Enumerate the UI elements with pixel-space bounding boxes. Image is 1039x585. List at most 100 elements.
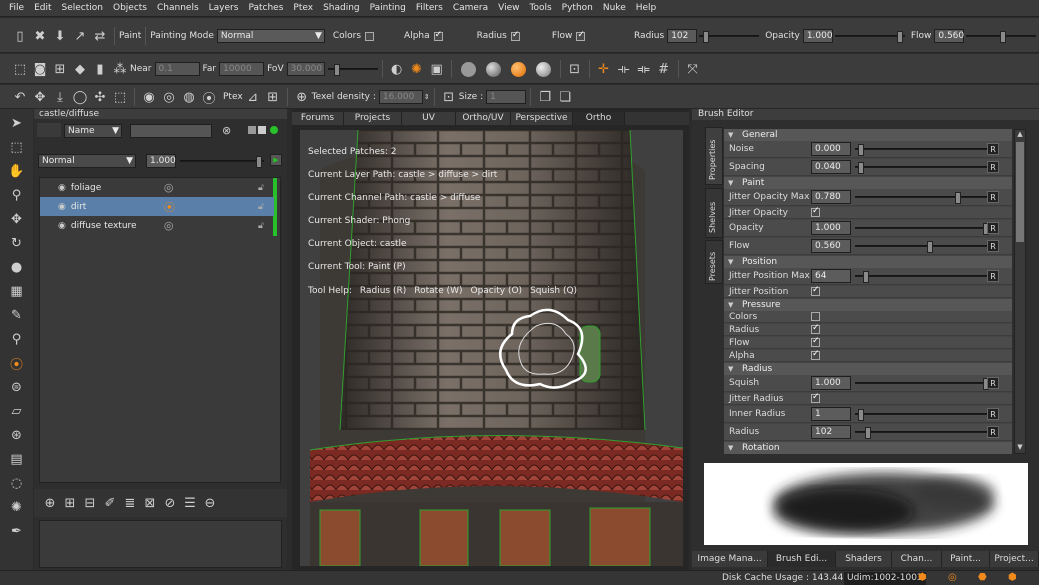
eye-icon[interactable]: ◉ (58, 202, 66, 212)
import-icon[interactable]: ⇄ (90, 26, 110, 46)
smooth-shade-icon[interactable] (485, 61, 501, 77)
paint-brush-icon[interactable]: ✺ (407, 59, 427, 79)
flat-shade-icon[interactable] (460, 61, 476, 77)
section-pressure[interactable]: Pressure (724, 299, 1012, 311)
brush-scrollbar[interactable]: ▲ ▼ (1014, 129, 1026, 454)
clone-icon[interactable]: ⊛ (6, 425, 27, 445)
tab-ortho-uv[interactable]: Ortho/UV (456, 112, 511, 125)
prop-slider[interactable] (855, 409, 989, 421)
export-icon[interactable]: ↗ (70, 26, 90, 46)
camera-icon[interactable]: ◙ (30, 59, 50, 79)
center-pivot-icon[interactable]: ✛ (594, 59, 614, 79)
layer-opacity-field[interactable]: 1.000 (146, 154, 176, 168)
stepper-icon[interactable]: ⇕ (424, 93, 430, 101)
add-group-icon[interactable]: ⊞ (60, 493, 80, 513)
reset-button[interactable]: R (987, 161, 999, 173)
drop-tool-icon[interactable]: ● (6, 257, 27, 277)
mesh-icon[interactable]: ▦ (6, 281, 27, 301)
prop-value-field[interactable]: 0.000 (811, 142, 851, 156)
near-field[interactable]: 0.1 (154, 62, 200, 76)
reset-button[interactable]: R (987, 408, 999, 420)
alert-icon[interactable]: ⬢ (1008, 572, 1017, 583)
smudge-icon[interactable]: ⊜ (6, 377, 27, 397)
prop-slider[interactable] (855, 162, 989, 174)
prop-checkbox[interactable] (811, 349, 820, 360)
prop-checkbox[interactable] (811, 323, 820, 334)
radius-checkbox[interactable] (510, 30, 520, 41)
alpha-checkbox[interactable] (433, 30, 443, 41)
tab-ortho[interactable]: Ortho (573, 112, 625, 125)
texel-density-field[interactable]: 16.000 (378, 90, 423, 104)
menu-item-camera[interactable]: Camera (448, 3, 493, 13)
prop-slider[interactable] (855, 271, 989, 283)
prop-value-field[interactable]: 1.000 (811, 221, 851, 235)
prop-checkbox[interactable] (811, 206, 820, 217)
transform-gizmo-icon[interactable]: ✣ (90, 87, 110, 107)
frame-icon[interactable]: ⊡ (565, 59, 585, 79)
flow-field[interactable]: 0.560 (934, 29, 965, 43)
section-radius[interactable]: Radius (724, 363, 1012, 375)
fov-slider[interactable] (327, 64, 378, 76)
menu-item-nuke[interactable]: Nuke (598, 3, 631, 13)
3d-viewport[interactable]: Selected Patches: 2 Current Layer Path: c… (300, 130, 683, 566)
prop-slider[interactable] (855, 192, 989, 204)
prop-value-field[interactable]: 1.000 (811, 376, 851, 390)
size-select[interactable]: 1 (486, 90, 527, 104)
prop-value-field[interactable]: 1 (811, 407, 851, 421)
paste-icon[interactable]: ❏ (555, 87, 575, 107)
copy-icon[interactable]: ❐ (535, 87, 555, 107)
sharpen-icon[interactable]: ✺ (6, 497, 27, 517)
eye-icon[interactable]: ◉ (139, 87, 159, 107)
filter-mode-select[interactable]: Name ▼ (64, 124, 122, 138)
section-rotation[interactable]: Rotation (724, 442, 1012, 454)
prop-slider[interactable] (855, 241, 989, 253)
prop-value-field[interactable]: 102 (811, 425, 851, 439)
align-h-icon[interactable]: ⟛ (614, 59, 634, 79)
prop-value-field[interactable]: 64 (811, 269, 851, 283)
painting-mode-select[interactable]: Normal ▼ (216, 29, 325, 43)
reset-button[interactable]: R (987, 377, 999, 389)
tab-perspective[interactable]: Perspective (511, 112, 573, 125)
layer-list-icon[interactable]: ☰ (180, 493, 200, 513)
prop-slider[interactable] (855, 223, 989, 235)
play-icon[interactable]: ▶ (270, 154, 282, 166)
prop-slider[interactable] (855, 144, 989, 156)
eraser-icon[interactable]: ▱ (6, 401, 27, 421)
radius-field[interactable]: 102 (667, 29, 698, 43)
eyedropper-icon[interactable]: ✒ (6, 521, 27, 541)
clear-search-icon[interactable]: ⊗ (222, 124, 231, 137)
zoom-icon[interactable]: ⚲ (6, 185, 27, 205)
gpu-icon[interactable]: ⬣ (978, 572, 987, 583)
tab-properties[interactable]: Properties (705, 127, 723, 185)
select-region-icon[interactable]: ⬚ (6, 137, 27, 157)
gradient-icon[interactable]: ▤ (6, 449, 27, 469)
tab-presets[interactable]: Presets (705, 240, 723, 284)
prop-slider[interactable] (855, 427, 989, 439)
menu-item-patches[interactable]: Patches (243, 3, 288, 13)
flow-checkbox[interactable] (576, 30, 586, 41)
uv-icon[interactable]: ▣ (427, 59, 447, 79)
filter-icon[interactable] (37, 123, 61, 137)
prop-checkbox[interactable] (811, 392, 820, 403)
lit-shade-icon[interactable] (510, 61, 526, 77)
menu-item-filters[interactable]: Filters (411, 3, 448, 13)
save-file-icon[interactable]: ⬇ (50, 26, 70, 46)
paint-tool-icon[interactable]: ⦿ (6, 353, 27, 373)
add-layer-icon[interactable]: ⊕ (40, 493, 60, 513)
menu-item-view[interactable]: View (493, 3, 524, 13)
scroll-up-icon[interactable]: ▲ (1015, 130, 1025, 140)
lasso-icon[interactable]: ◯ (70, 87, 90, 107)
rotate-tool-icon[interactable]: ↻ (6, 233, 27, 253)
section-position[interactable]: Position (724, 256, 1012, 268)
flow-slider[interactable] (966, 31, 1037, 43)
scroll-down-icon[interactable]: ▼ (1015, 443, 1025, 453)
brush-icon[interactable]: ✎ (6, 305, 27, 325)
shader-icon[interactable]: ◐ (387, 59, 407, 79)
blur-icon[interactable]: ◌ (6, 473, 27, 493)
menu-item-edit[interactable]: Edit (29, 3, 56, 13)
menu-item-tools[interactable]: Tools (525, 3, 557, 13)
eye-icon[interactable]: ◉ (58, 221, 66, 231)
eye-multi-icon[interactable]: ⦿ (199, 87, 219, 107)
reset-button[interactable]: R (987, 270, 999, 282)
opacity-field[interactable]: 1.000 (802, 29, 833, 43)
